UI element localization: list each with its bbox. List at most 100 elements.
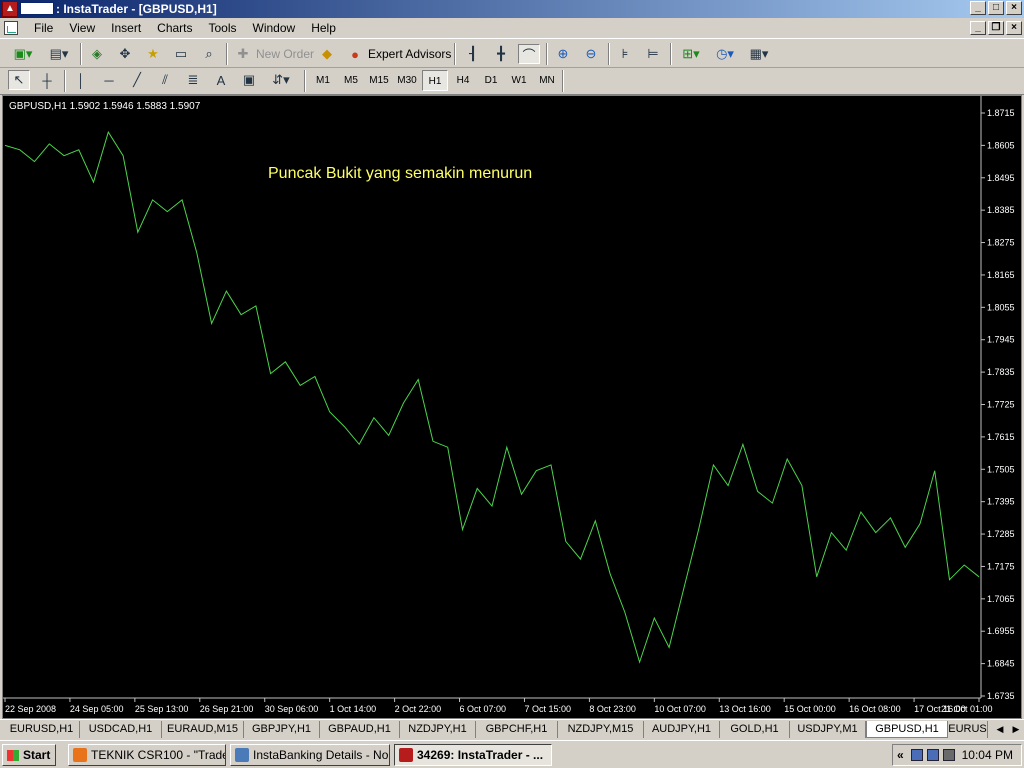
chart-tab-euraud-m15[interactable]: EURAUD,M15: [162, 721, 244, 738]
taskbar-item-label: TEKNIK CSR100 - "Trade...: [91, 748, 226, 762]
chart-tab-nzdjpy-h1[interactable]: NZDJPY,H1: [400, 721, 476, 738]
timeframe-m30[interactable]: M30: [394, 70, 420, 91]
volume-icon[interactable]: [943, 749, 955, 761]
new-order-icon[interactable]: ✚: [232, 44, 254, 64]
new-order-button[interactable]: New Order: [256, 47, 314, 61]
navigator-icon[interactable]: ★: [142, 44, 164, 64]
vertical-line-icon[interactable]: │: [70, 70, 92, 90]
menu-view[interactable]: View: [61, 21, 103, 35]
child-restore-button[interactable]: ❐: [988, 21, 1004, 35]
chart-shift-icon[interactable]: ⊨: [642, 44, 664, 64]
strategy-tester-icon[interactable]: ⌕: [198, 44, 220, 64]
timeframe-m5[interactable]: M5: [338, 70, 364, 91]
periods-icon[interactable]: ◷▾: [710, 44, 740, 64]
expert-advisors-icon[interactable]: ●: [344, 44, 366, 64]
chart-tab-gbpchf-h1[interactable]: GBPCHF,H1: [476, 721, 558, 738]
taskbar-item-label: 34269: InstaTrader - ...: [417, 748, 544, 762]
market-watch-icon[interactable]: ◈: [86, 44, 108, 64]
child-minimize-button[interactable]: _: [970, 21, 986, 35]
chart-tab-usdjpy-m1[interactable]: USDJPY,M1: [790, 721, 866, 738]
app-window: ▲ : InstaTrader - [GBPUSD,H1] _ □ × File…: [0, 0, 1024, 768]
y-tick-label: 1.7615: [987, 432, 1015, 442]
x-tick-label: 6 Oct 07:00: [460, 704, 507, 714]
y-tick-label: 1.7835: [987, 367, 1015, 377]
symbol-info-label: GBPUSD,H1 1.5902 1.5946 1.5883 1.5907: [9, 101, 201, 112]
instatrader-icon: [399, 748, 413, 762]
chart-tab-gbpjpy-h1[interactable]: GBPJPY,H1: [244, 721, 320, 738]
chart-tab-eurusd-h1[interactable]: EURUSD,H1: [4, 721, 80, 738]
bar-chart-icon[interactable]: ┨: [462, 44, 484, 64]
y-tick-label: 1.8385: [987, 205, 1015, 215]
x-tick-label: 21 Oct 01:00: [941, 704, 993, 714]
zoom-in-icon[interactable]: ⊕: [552, 44, 574, 64]
x-tick-label: 10 Oct 07:00: [654, 704, 706, 714]
tray-expand-icon[interactable]: «: [897, 748, 904, 762]
indicators-icon[interactable]: ⊞▾: [676, 44, 706, 64]
tabs-scroll-right-icon[interactable]: ▶: [1008, 721, 1024, 738]
timeframe-w1[interactable]: W1: [506, 70, 532, 91]
auto-scroll-icon[interactable]: ⊧: [614, 44, 636, 64]
timeframe-m15[interactable]: M15: [366, 70, 392, 91]
chart-tab-nzdjpy-m15[interactable]: NZDJPY,M15: [558, 721, 644, 738]
network-icon-2[interactable]: [927, 749, 939, 761]
menu-help[interactable]: Help: [303, 21, 344, 35]
timeframe-h1[interactable]: H1: [422, 70, 448, 91]
crosshair-icon[interactable]: ┼: [36, 70, 58, 90]
arrows-icon[interactable]: ⇵▾: [266, 70, 296, 90]
line-chart-icon[interactable]: ⌒: [518, 44, 540, 64]
chart-tab-audjpy-h1[interactable]: AUDJPY,H1: [644, 721, 720, 738]
templates-icon[interactable]: ▦▾: [744, 44, 774, 64]
expert-advisors-button[interactable]: Expert Advisors: [368, 47, 451, 61]
text-icon[interactable]: A: [210, 70, 232, 90]
minimize-button[interactable]: _: [970, 1, 986, 15]
zoom-out-icon[interactable]: ⊖: [580, 44, 602, 64]
profiles-icon[interactable]: ▤▾: [44, 44, 74, 64]
close-button[interactable]: ×: [1006, 1, 1022, 15]
taskbar-item-instatrader[interactable]: 34269: InstaTrader - ...: [394, 744, 552, 766]
menu-file[interactable]: File: [26, 21, 61, 35]
y-tick-label: 1.8055: [987, 302, 1015, 312]
y-tick-label: 1.6845: [987, 659, 1015, 669]
chart-tab-gold-h1[interactable]: GOLD,H1: [720, 721, 790, 738]
trendline-icon[interactable]: ╱: [126, 70, 148, 90]
menu-bar: File View Insert Charts Tools Window Hel…: [0, 18, 1024, 38]
timeframe-h4[interactable]: H4: [450, 70, 476, 91]
price-chart[interactable]: 1.8715 1.8605 1.8495 1.8385 1.8275 1.8165 1.80…: [3, 96, 1021, 718]
chart-window[interactable]: 1.8715 1.8605 1.8495 1.8385 1.8275 1.8165 1.80…: [2, 95, 1022, 719]
equidistant-channel-icon[interactable]: ⫽: [154, 70, 176, 90]
chart-annotation-text[interactable]: Puncak Bukit yang semakin menurun: [268, 165, 532, 182]
instatrader-logo-icon[interactable]: ▲: [2, 1, 18, 17]
new-chart-icon[interactable]: ▣▾: [8, 44, 38, 64]
fibonacci-icon[interactable]: ≣: [182, 70, 204, 90]
chart-document-icon[interactable]: [4, 21, 18, 35]
menu-insert[interactable]: Insert: [103, 21, 149, 35]
horizontal-line-icon[interactable]: ─: [98, 70, 120, 90]
start-button[interactable]: Start: [2, 744, 56, 766]
child-close-button[interactable]: ×: [1006, 21, 1022, 35]
y-tick-label: 1.8605: [987, 140, 1015, 150]
text-label-icon[interactable]: ▣: [238, 70, 260, 90]
tabs-scroll-left-icon[interactable]: ◀: [992, 721, 1008, 738]
windows-taskbar: Start TEKNIK CSR100 - "Trade... InstaBan…: [0, 740, 1024, 768]
menu-window[interactable]: Window: [245, 21, 304, 35]
timeframe-mn[interactable]: MN: [534, 70, 560, 91]
timeframe-m1[interactable]: M1: [310, 70, 336, 91]
terminal-icon[interactable]: ▭: [170, 44, 192, 64]
metaeditor-icon[interactable]: ◆: [316, 44, 338, 64]
taskbar-item-notepad[interactable]: InstaBanking Details - No...: [230, 744, 390, 766]
chart-tab-usdcad-h1[interactable]: USDCAD,H1: [80, 721, 162, 738]
chart-tab-eurus[interactable]: EURUS: [948, 721, 988, 738]
x-tick-label: 30 Sep 06:00: [265, 704, 319, 714]
maximize-button[interactable]: □: [988, 1, 1004, 15]
data-window-icon[interactable]: ✥: [114, 44, 136, 64]
menu-tools[interactable]: Tools: [201, 21, 245, 35]
chart-tab-gbpusd-h1[interactable]: GBPUSD,H1: [866, 721, 948, 738]
y-tick-label: 1.6955: [987, 626, 1015, 636]
chart-tab-gbpaud-h1[interactable]: GBPAUD,H1: [320, 721, 400, 738]
network-icon[interactable]: [911, 749, 923, 761]
menu-charts[interactable]: Charts: [149, 21, 200, 35]
cursor-icon[interactable]: ↖: [8, 70, 30, 90]
candlestick-icon[interactable]: ╋: [490, 44, 512, 64]
timeframe-d1[interactable]: D1: [478, 70, 504, 91]
taskbar-item-firefox[interactable]: TEKNIK CSR100 - "Trade...: [68, 744, 226, 766]
